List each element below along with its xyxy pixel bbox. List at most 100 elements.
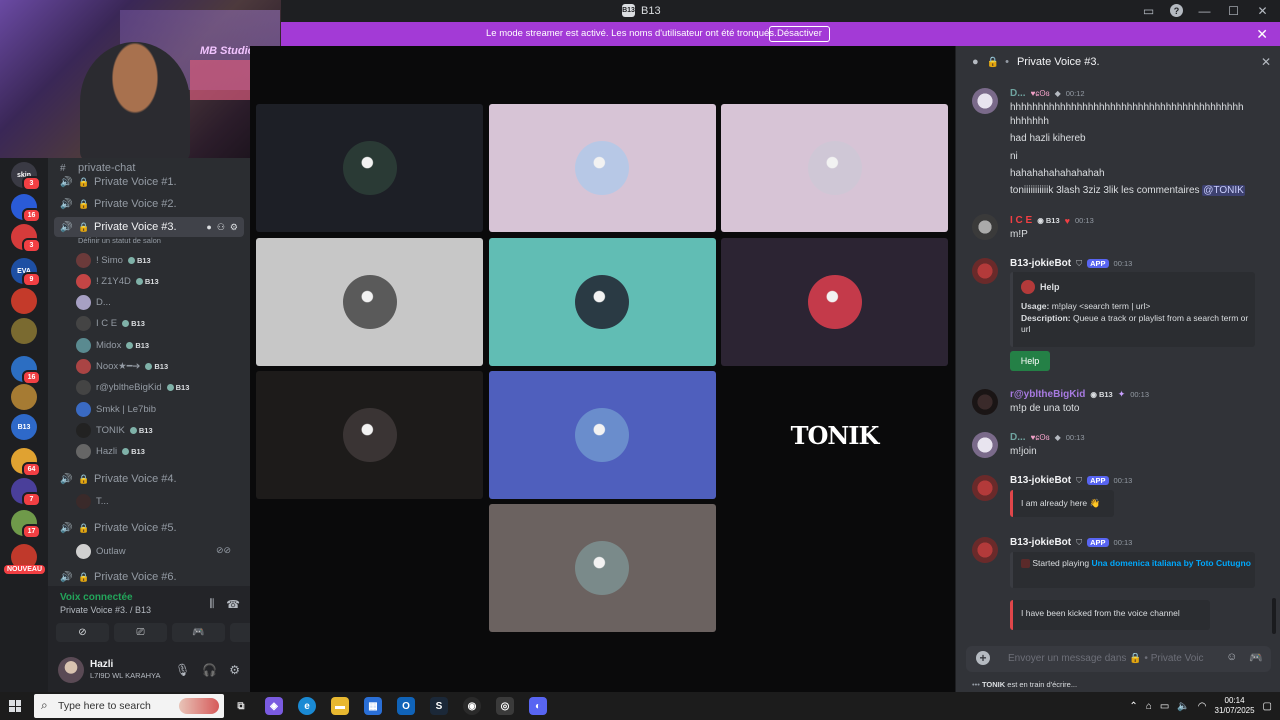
- voice-user[interactable]: Noox★━➔ B13: [76, 357, 168, 377]
- steam-icon[interactable]: S: [430, 697, 448, 715]
- task-view-icon[interactable]: ⧉: [232, 697, 250, 715]
- message-input-placeholder[interactable]: Envoyer un message dans 🔒 • Private Voic…: [1008, 653, 1204, 664]
- avatar[interactable]: [972, 432, 998, 458]
- server-icon[interactable]: [11, 288, 37, 314]
- edge-icon[interactable]: e: [298, 697, 316, 715]
- voice-user[interactable]: ! Simo B13: [76, 250, 151, 270]
- author-name[interactable]: B13-jokieBot: [1010, 258, 1071, 269]
- message-input-box[interactable]: + Envoyer un message dans 🔒 • Private Vo…: [966, 646, 1271, 672]
- track-link[interactable]: Una domenica italiana by Toto Cutugno: [1091, 558, 1250, 568]
- participant-tile[interactable]: [256, 237, 483, 366]
- server-icon[interactable]: 7: [11, 478, 41, 507]
- help-button[interactable]: Help: [1010, 351, 1050, 371]
- outlook-icon[interactable]: O: [397, 697, 415, 715]
- obs-icon[interactable]: ◉: [463, 697, 481, 715]
- taskbar-search[interactable]: ⌕ Type here to search: [34, 694, 224, 718]
- tray-expand-icon[interactable]: ⌃: [1129, 701, 1137, 712]
- author-name[interactable]: B13-jokieBot: [1010, 475, 1071, 486]
- user-name[interactable]: Hazli: [90, 659, 113, 670]
- server-icon[interactable]: skin 3: [11, 162, 41, 191]
- server-icon[interactable]: 17: [11, 510, 41, 539]
- copilot-icon[interactable]: ◈: [265, 697, 283, 715]
- user-avatar[interactable]: [58, 657, 84, 683]
- server-icon[interactable]: [11, 384, 37, 410]
- server-icon[interactable]: 16: [11, 356, 41, 385]
- add-attachment-icon[interactable]: +: [976, 651, 990, 665]
- activities-icon[interactable]: 🎮: [1249, 651, 1263, 664]
- user-settings-gear-icon[interactable]: ⚙: [229, 663, 240, 677]
- volume-icon[interactable]: 🔈: [1177, 701, 1189, 712]
- minimize-icon[interactable]: —: [1197, 3, 1212, 18]
- channel-private-voice-5[interactable]: 🔊 🔒 Private Voice #5.: [54, 518, 244, 538]
- server-icon[interactable]: 16: [11, 194, 41, 223]
- soundboard-wave-icon[interactable]: ⫼: [209, 598, 214, 611]
- voice-user[interactable]: Smkk | Le7bib: [76, 399, 156, 419]
- settings-gear-icon[interactable]: ⚙: [230, 222, 238, 233]
- camera-off-button[interactable]: ⊘: [56, 623, 109, 642]
- voice-user[interactable]: TONIK B13: [76, 420, 153, 440]
- participant-tile[interactable]: [488, 104, 716, 232]
- disconnect-call-icon[interactable]: ☎: [226, 598, 240, 611]
- voice-user[interactable]: Hazli B13: [76, 442, 145, 462]
- participant-tile[interactable]: TONIK: [721, 371, 948, 499]
- system-clock[interactable]: 00:14 31/07/2025: [1215, 696, 1255, 716]
- voice-user[interactable]: I C E B13: [76, 314, 145, 334]
- bot-avatar[interactable]: [972, 475, 998, 501]
- server-icon[interactable]: 3: [11, 224, 41, 253]
- voice-location[interactable]: Private Voice #3. / B13: [60, 605, 151, 615]
- author-name[interactable]: D...: [1010, 432, 1026, 443]
- store-icon[interactable]: ▦: [364, 697, 382, 715]
- screen-share-button[interactable]: ⎚: [114, 623, 167, 642]
- file-explorer-icon[interactable]: ▬: [331, 697, 349, 715]
- channel-private-voice-4[interactable]: 🔊 🔒 Private Voice #4.: [54, 469, 244, 489]
- user-mention[interactable]: @TONIK: [1202, 185, 1245, 196]
- voice-user[interactable]: T...: [76, 491, 109, 511]
- participant-tile[interactable]: [488, 504, 716, 632]
- avatar[interactable]: [972, 214, 998, 240]
- activities-button[interactable]: 🎮: [172, 623, 225, 642]
- participant-tile[interactable]: [721, 104, 948, 232]
- help-icon[interactable]: ?: [1170, 4, 1183, 17]
- media-app-icon[interactable]: ◎: [496, 697, 514, 715]
- maximize-icon[interactable]: ☐: [1226, 3, 1241, 18]
- participant-tile[interactable]: [721, 237, 948, 366]
- channel-private-voice-6[interactable]: 🔊 🔒 Private Voice #6.: [54, 567, 244, 587]
- headphones-icon[interactable]: 🎧: [202, 663, 217, 677]
- channel-private-voice-3[interactable]: 🔊 🔒 Private Voice #3. ● ⚇ ⚙: [54, 217, 244, 237]
- chat-scrollbar[interactable]: [1272, 598, 1276, 634]
- author-name[interactable]: r@ybltheBigKid: [1010, 389, 1085, 400]
- voice-user[interactable]: Outlaw: [76, 541, 126, 561]
- network-icon[interactable]: ⌂: [1146, 701, 1152, 712]
- monitor-tray-icon[interactable]: ▭: [1160, 701, 1169, 712]
- participant-tile[interactable]: [256, 371, 483, 499]
- voice-user[interactable]: D...: [76, 293, 111, 313]
- disable-streamer-button[interactable]: Désactiver: [769, 26, 830, 42]
- emoji-icon[interactable]: ☺: [1226, 651, 1237, 664]
- participant-tile[interactable]: [488, 371, 716, 499]
- channel-private-voice-1[interactable]: 🔊 🔒 Private Voice #1.: [54, 172, 244, 192]
- avatar[interactable]: [972, 88, 998, 114]
- chat-bubble-icon[interactable]: ●: [206, 222, 211, 233]
- notifications-icon[interactable]: ▢: [1263, 701, 1272, 712]
- bot-avatar[interactable]: [972, 258, 998, 284]
- participant-tile[interactable]: [488, 237, 716, 366]
- server-icon[interactable]: [11, 318, 37, 344]
- participant-tile[interactable]: [256, 104, 483, 232]
- author-name[interactable]: B13-jokieBot: [1010, 537, 1071, 548]
- author-name[interactable]: D...: [1010, 88, 1026, 99]
- windows-start-icon[interactable]: [9, 700, 21, 712]
- server-icon[interactable]: EVA 9: [11, 258, 41, 287]
- channel-private-voice-2[interactable]: 🔊 🔒 Private Voice #2.: [54, 194, 244, 214]
- server-icon[interactable]: 64: [11, 448, 41, 477]
- voice-user[interactable]: ! Z1Y4D B13: [76, 271, 159, 291]
- wifi-icon[interactable]: ◠: [1198, 701, 1207, 712]
- close-icon[interactable]: ✕: [1255, 3, 1270, 18]
- server-icon[interactable]: B13: [11, 414, 37, 440]
- channel-status-hint[interactable]: Définir un statut de salon: [78, 236, 161, 245]
- discord-icon[interactable]: ◐: [529, 697, 547, 715]
- monitor-icon[interactable]: ▭: [1141, 3, 1156, 18]
- bot-avatar[interactable]: [972, 537, 998, 563]
- add-member-icon[interactable]: ⚇: [217, 222, 225, 233]
- voice-user[interactable]: r@ybltheBigKid B13: [76, 378, 189, 398]
- microphone-icon[interactable]: 🎙: [175, 663, 190, 677]
